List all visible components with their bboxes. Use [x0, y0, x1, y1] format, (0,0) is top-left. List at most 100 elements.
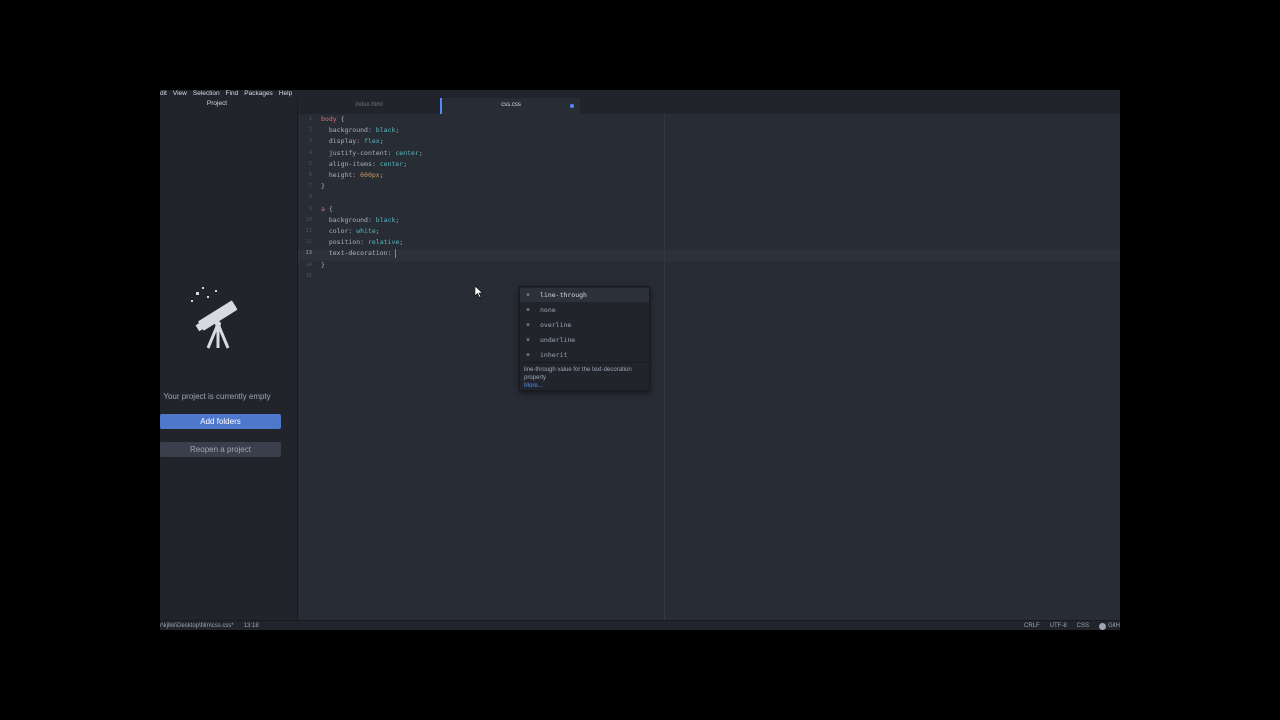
description-text: line-through value for the text-decorati…: [524, 367, 632, 381]
autocomplete-item-label: line-through: [540, 291, 587, 299]
autocomplete-description: line-through value for the text-decorati…: [520, 362, 649, 390]
menu-selection[interactable]: Selection: [193, 90, 220, 98]
line-number: 8: [308, 194, 312, 201]
line-number: 9: [308, 205, 312, 212]
line-number: 2: [308, 127, 312, 134]
menu-view[interactable]: View: [173, 90, 187, 98]
tab-index-html[interactable]: index.html: [298, 98, 440, 114]
value-type-icon: ●: [526, 292, 530, 298]
semicolon: ;: [379, 171, 384, 179]
github-icon[interactable]: [1099, 622, 1106, 630]
cursor-position[interactable]: 13:18: [244, 623, 259, 629]
code-line-active: text-decoration:: [321, 248, 397, 259]
line-number: 7: [308, 183, 312, 190]
code-line: position: relative;: [321, 237, 403, 248]
brace: }: [321, 260, 325, 269]
mouse-pointer-icon: [475, 286, 483, 298]
code-line: justify-content: center;: [321, 148, 423, 159]
cursor-line-highlight: [298, 250, 1120, 261]
code-line: }: [321, 181, 325, 192]
wrap-guide: [664, 114, 665, 620]
github-label[interactable]: GitH: [1108, 623, 1120, 629]
menu-bar: dit View Selection Find Packages Help: [160, 90, 1120, 98]
menu-find[interactable]: Find: [226, 90, 239, 98]
semicolon: ;: [418, 148, 423, 157]
semicolon: ;: [403, 159, 408, 168]
semicolon: ;: [395, 126, 400, 135]
project-panel: Project Your project is currently empty …: [160, 98, 298, 620]
file-path[interactable]: r\kjlkk\Desktop\film\css.css*: [160, 623, 234, 629]
autocomplete-item[interactable]: ● none: [520, 303, 649, 317]
line-number: 15: [305, 272, 312, 279]
line-number: 6: [308, 172, 312, 178]
semicolon: ;: [399, 238, 404, 247]
autocomplete-popup: ● line-through ● none ● overline ● under…: [519, 286, 650, 391]
line-ending-selector[interactable]: CRLF: [1024, 623, 1040, 629]
value-type-icon: ●: [526, 352, 530, 358]
status-bar-left: r\kjlkk\Desktop\film\css.css* 13:18: [160, 621, 269, 630]
autocomplete-item[interactable]: ● overline: [520, 318, 649, 332]
menu-edit[interactable]: dit: [160, 90, 167, 98]
brace: {: [336, 115, 345, 123]
encoding-selector[interactable]: UTF-8: [1050, 623, 1067, 629]
line-number: 5: [308, 160, 312, 167]
reopen-project-button[interactable]: Reopen a project: [160, 442, 281, 457]
css-selector: body: [321, 115, 337, 123]
line-number-gutter[interactable]: 1 2 3 4 5 6 7 8 9 10 11 12 13 14 15: [298, 114, 316, 620]
status-bar-right: CRLF UTF-8 CSS GitH: [1014, 621, 1120, 630]
css-value: center: [391, 148, 419, 157]
autocomplete-item[interactable]: ● inherit: [520, 348, 649, 362]
autocomplete-item[interactable]: ● underline: [520, 333, 649, 347]
css-value: center: [375, 159, 404, 168]
line-number: 14: [305, 261, 312, 268]
tab-bar: index.html css.css: [298, 98, 1120, 114]
css-value: white: [352, 227, 376, 235]
css-property: background:: [321, 215, 372, 224]
text-cursor: [395, 248, 397, 258]
line-number: 1: [308, 116, 312, 122]
code-line: body {: [321, 114, 344, 125]
tab-css-css[interactable]: css.css: [440, 98, 580, 114]
code-line: background: black;: [321, 125, 399, 136]
line-number: 11: [305, 228, 312, 234]
autocomplete-item-label: none: [540, 306, 556, 314]
project-panel-title[interactable]: Project: [160, 100, 274, 107]
css-value: 600px: [356, 171, 380, 179]
css-property: position:: [321, 238, 365, 247]
css-value: black: [371, 215, 396, 224]
css-value: relative: [364, 238, 400, 247]
add-folders-button[interactable]: Add folders: [160, 414, 281, 429]
autocomplete-item-label: underline: [540, 336, 576, 344]
line-number: 12: [305, 239, 312, 246]
telescope-icon: [191, 287, 238, 349]
autocomplete-item-label: inherit: [540, 351, 568, 359]
more-link[interactable]: More...: [524, 382, 645, 390]
code-line: background: black;: [321, 215, 399, 226]
menu-help[interactable]: Help: [279, 90, 292, 98]
value-type-icon: ●: [526, 337, 530, 343]
css-property: color:: [321, 227, 353, 235]
autocomplete-item-label: overline: [540, 321, 572, 329]
css-property: background:: [321, 126, 372, 135]
css-value: flex: [360, 137, 380, 146]
semicolon: ;: [375, 227, 380, 235]
css-value: black: [371, 126, 396, 135]
tab-label: index.html: [355, 102, 383, 108]
code-line: height: 600px;: [321, 170, 384, 181]
css-property: height:: [321, 171, 357, 179]
line-number: 10: [305, 216, 312, 223]
value-type-icon: ●: [526, 307, 530, 313]
code-editor[interactable]: 1 2 3 4 5 6 7 8 9 10 11 12 13 14 15 body…: [298, 114, 1120, 620]
code-line: a {: [321, 204, 333, 215]
css-property: align-items:: [321, 159, 376, 168]
css-property: display:: [321, 137, 361, 146]
code-line: display: flex;: [321, 136, 384, 147]
code-line: align-items: center;: [321, 159, 407, 170]
autocomplete-item-selected[interactable]: ● line-through: [520, 288, 649, 302]
empty-project-message: Your project is currently empty: [163, 392, 271, 401]
value-type-icon: ●: [526, 322, 530, 328]
modified-indicator-icon[interactable]: [570, 104, 574, 108]
menu-packages[interactable]: Packages: [244, 90, 273, 98]
grammar-selector[interactable]: CSS: [1077, 623, 1089, 629]
brace: }: [321, 182, 325, 191]
